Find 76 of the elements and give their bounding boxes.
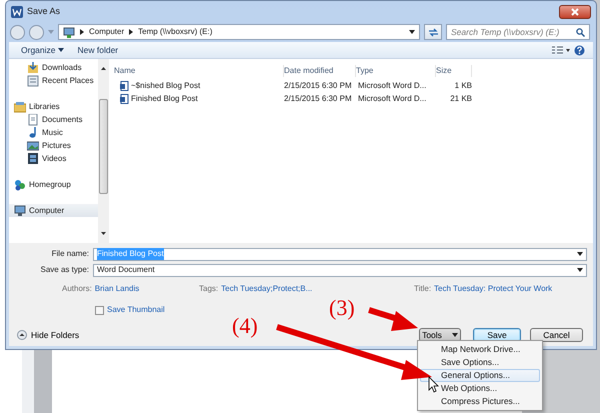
table-cell-text: 2/15/2015 6:30 PM <box>284 80 353 92</box>
breadcrumb-item[interactable]: Computer <box>89 26 124 38</box>
menu-item[interactable]: Compress Pictures... <box>420 395 540 408</box>
help-icon[interactable] <box>574 44 585 56</box>
menu-item[interactable]: Web Options... <box>420 382 540 395</box>
metadata-label: Title: <box>414 282 432 294</box>
sidebar-item[interactable]: Recent Places <box>9 74 98 87</box>
scroll-down-arrow-icon[interactable] <box>101 232 106 235</box>
field-label: Save as type: <box>40 264 89 276</box>
sidebar-item[interactable]: Computer <box>9 204 98 217</box>
search-field[interactable]: Search Temp (\\vboxsrv) (E:) <box>446 24 590 40</box>
sidebar-scrollbar[interactable] <box>98 59 109 243</box>
sidebar-item[interactable]: Music <box>9 126 98 139</box>
menu-item[interactable]: General Options... <box>420 369 540 382</box>
metadata-label: Tags: <box>199 282 218 294</box>
sidebar-item[interactable]: Documents <box>9 113 98 126</box>
computer-icon <box>14 204 26 216</box>
refresh-button[interactable] <box>424 24 442 40</box>
word-app-icon <box>11 6 23 18</box>
breadcrumb-item[interactable]: Temp (\\vboxsrv) (E:) <box>138 26 212 38</box>
sidebar-item[interactable]: Libraries <box>9 100 98 113</box>
close-icon <box>571 8 579 16</box>
menu-item[interactable]: Save Options... <box>420 356 540 369</box>
dropdown-caret-icon[interactable] <box>577 268 583 272</box>
recent-places-icon <box>27 74 39 86</box>
dropdown-caret-icon[interactable] <box>58 48 64 52</box>
library-icon <box>14 100 26 112</box>
address-bar[interactable]: Computer Temp (\\vboxsrv) (E:) <box>58 24 420 40</box>
sidebar-item[interactable]: Downloads <box>9 61 98 74</box>
view-options-icon[interactable] <box>552 46 570 54</box>
film-icon <box>27 152 39 164</box>
sidebar-item[interactable]: Videos <box>9 152 98 165</box>
annotation-label: (3) <box>329 297 355 319</box>
mouse-pointer-icon[interactable] <box>428 376 439 393</box>
organize-menu-button[interactable]: Organize <box>21 44 64 56</box>
file-name-cell[interactable]: ~$nished Blog Post <box>114 80 284 92</box>
column-header[interactable]: Type <box>356 64 436 76</box>
metadata-value[interactable]: Tech Tuesday;Protect;B... <box>221 282 312 294</box>
chevron-icon <box>80 29 84 35</box>
annotation-label: (4) <box>232 315 258 337</box>
field-label: File name: <box>50 248 89 260</box>
checkbox-label[interactable]: Save Thumbnail <box>107 304 165 316</box>
file-name-cell[interactable]: Finished Blog Post <box>114 92 284 104</box>
download-folder-icon <box>27 62 39 74</box>
column-header[interactable]: Date modified <box>284 64 356 76</box>
table-cell-text: Microsoft Word D... <box>357 92 428 104</box>
save-as-type-dropdown[interactable]: Word Document <box>93 264 587 276</box>
hide-folders-button[interactable]: Hide Folders <box>15 328 80 342</box>
metadata-value[interactable]: Brian Landis <box>94 282 140 294</box>
metadata-label: Authors: <box>62 282 92 294</box>
scroll-up-arrow-icon[interactable] <box>101 67 106 70</box>
sidebar-item[interactable]: Homegroup <box>9 178 98 191</box>
sidebar-item[interactable]: Pictures <box>9 139 98 152</box>
table-cell-text: Microsoft Word D... <box>357 80 428 92</box>
computer-icon <box>63 26 75 38</box>
column-header[interactable]: Size <box>436 64 472 76</box>
document-icon <box>27 114 39 126</box>
dropdown-caret-icon[interactable] <box>409 30 415 34</box>
table-cell-text: 2/15/2015 6:30 PM <box>284 92 353 104</box>
refresh-icon <box>428 28 438 36</box>
music-note-icon <box>27 126 39 138</box>
table-cell-text: 1 KB <box>454 80 472 92</box>
homegroup-icon <box>14 178 26 190</box>
search-icon <box>576 28 585 36</box>
checkbox[interactable] <box>95 306 104 314</box>
metadata-value[interactable]: Tech Tuesday: Protect Your Work <box>434 282 552 294</box>
toolbar-button[interactable]: New folder <box>78 44 118 56</box>
column-header[interactable]: Name <box>114 64 284 76</box>
table-cell-text: 21 KB <box>449 92 472 104</box>
menu-item[interactable]: Map Network Drive... <box>420 343 540 356</box>
dropdown-caret-icon[interactable] <box>577 252 583 256</box>
chevron-icon <box>129 29 134 35</box>
window-title: Save As <box>27 4 60 18</box>
cancel-button[interactable]: Cancel <box>530 328 583 342</box>
close-button[interactable] <box>559 4 591 18</box>
picture-icon <box>27 140 39 152</box>
